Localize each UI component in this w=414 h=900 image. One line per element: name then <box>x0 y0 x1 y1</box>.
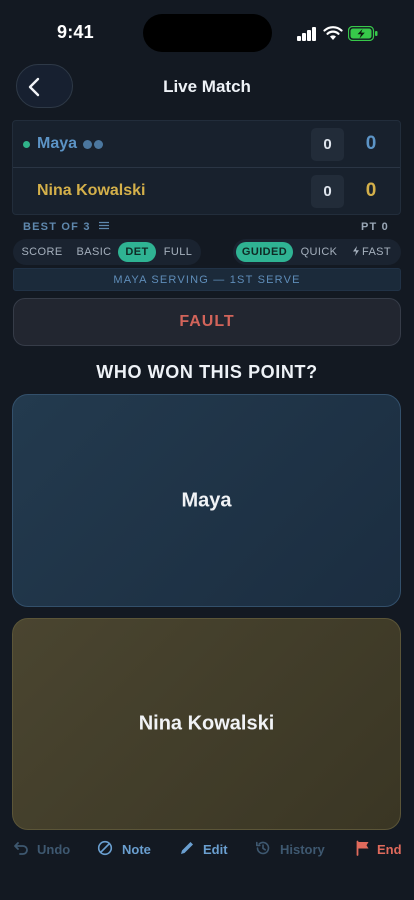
undo-icon <box>14 842 28 855</box>
undo-label: Undo <box>37 842 71 857</box>
player-a-points: 0 <box>365 133 377 154</box>
flag-icon <box>356 840 369 856</box>
note-icon <box>97 840 113 856</box>
speed-option-guided[interactable]: GUIDED <box>236 242 293 262</box>
scoreboard: Maya 0 0 Nina Kowalski 0 0 <box>12 120 401 215</box>
speed-option-quick[interactable]: QUICK <box>296 242 342 262</box>
scoreboard-row-player-b: Nina Kowalski 0 0 <box>13 168 400 214</box>
serve-status-banner: MAYA SERVING — 1ST SERVE <box>13 268 401 291</box>
scoreboard-row-player-a: Maya 0 0 <box>13 121 400 168</box>
cellular-signal-icon <box>297 27 319 41</box>
wifi-icon <box>323 26 343 40</box>
player-b-button-label: Nina Kowalski <box>138 712 275 735</box>
history-label: History <box>280 842 325 857</box>
note-label: Note <box>122 842 151 857</box>
player-b-points: 0 <box>365 180 377 201</box>
detail-mode-selector: SCORE BASIC DET FULL <box>13 239 201 265</box>
player-a-name: Maya <box>37 135 78 152</box>
entry-speed-selector: GUIDED QUICK FAST <box>233 239 401 265</box>
player-a-games: 0 <box>311 128 344 161</box>
best-of-label: BEST OF 3 <box>23 221 91 233</box>
player-a-button-label: Maya <box>181 489 232 511</box>
point-winner-question: WHO WON THIS POINT? <box>96 362 318 382</box>
mode-option-basic[interactable]: BASIC <box>71 242 117 262</box>
mode-option-det[interactable]: DET <box>118 242 156 262</box>
status-time: 9:41 <box>57 22 94 42</box>
player-b-games: 0 <box>311 175 344 208</box>
player-a-won-point-button[interactable]: Maya <box>12 394 401 607</box>
page-title: Live Match <box>163 77 251 96</box>
player-b-won-point-button[interactable]: Nina Kowalski <box>12 618 401 830</box>
match-format-button[interactable]: BEST OF 3 <box>23 221 110 233</box>
lightning-icon <box>352 246 359 256</box>
mode-option-full[interactable]: FULL <box>158 242 198 262</box>
dynamic-island <box>143 14 272 52</box>
mode-option-score[interactable]: SCORE <box>16 242 68 262</box>
bottom-toolbar: Undo Note Edit History End <box>0 830 414 900</box>
history-icon <box>256 841 270 855</box>
player-b-name: Nina Kowalski <box>37 182 146 199</box>
edit-label: Edit <box>203 842 228 857</box>
point-counter: PT 0 <box>360 221 389 233</box>
speed-option-fast[interactable]: FAST <box>345 242 398 262</box>
end-label: End <box>377 842 402 857</box>
speed-option-fast-label: FAST <box>361 246 392 258</box>
ball-icon <box>94 140 103 149</box>
ball-icon <box>83 140 92 149</box>
fault-button[interactable]: FAULT <box>13 298 401 346</box>
serving-indicator <box>23 141 30 148</box>
pencil-icon <box>181 842 193 854</box>
settings-lines-icon <box>98 221 109 230</box>
battery-charging-icon <box>348 26 378 41</box>
